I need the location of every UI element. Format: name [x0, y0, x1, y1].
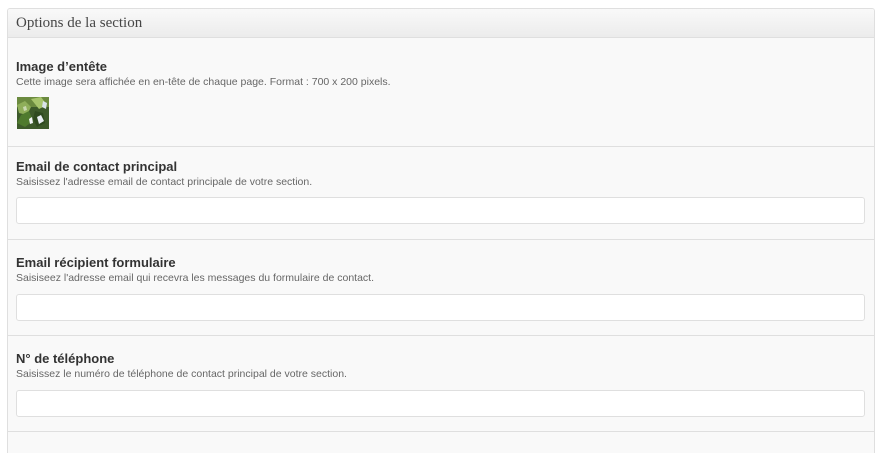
form-recipient-email-field: Email récipient formulaire Saisiseez l'a…: [8, 240, 874, 336]
form-recipient-email-description: Saisiseez l'adresse email qui recevra le…: [16, 272, 375, 284]
main-email-label: Email de contact principal: [16, 159, 178, 174]
phone-input[interactable]: [16, 390, 865, 417]
main-email-description: Saisissez l'adresse email de contact pri…: [16, 176, 313, 188]
section-options-title: Options de la section: [16, 15, 143, 31]
form-recipient-email-label: Email récipient formulaire: [16, 255, 176, 270]
phone-field: N° de téléphone Saisissez le numéro de t…: [8, 336, 874, 432]
header-image-description: Cette image sera affichée en en-tête de …: [16, 76, 391, 88]
section-options-header: Options de la section: [8, 9, 874, 38]
main-email-input[interactable]: [16, 197, 865, 224]
main-email-field: Email de contact principal Saisissez l'a…: [8, 147, 874, 240]
header-image-label: Image d’entête: [16, 59, 108, 74]
header-image-field: Image d’entête Cette image sera affichée…: [8, 38, 874, 147]
section-options-panel: Options de la section Image d’entête Cet…: [7, 8, 875, 453]
form-recipient-email-input[interactable]: [16, 294, 865, 321]
phone-description: Saisissez le numéro de téléphone de cont…: [16, 368, 347, 380]
phone-label: N° de téléphone: [16, 351, 115, 366]
image-thumbnail-icon[interactable]: [17, 97, 49, 129]
